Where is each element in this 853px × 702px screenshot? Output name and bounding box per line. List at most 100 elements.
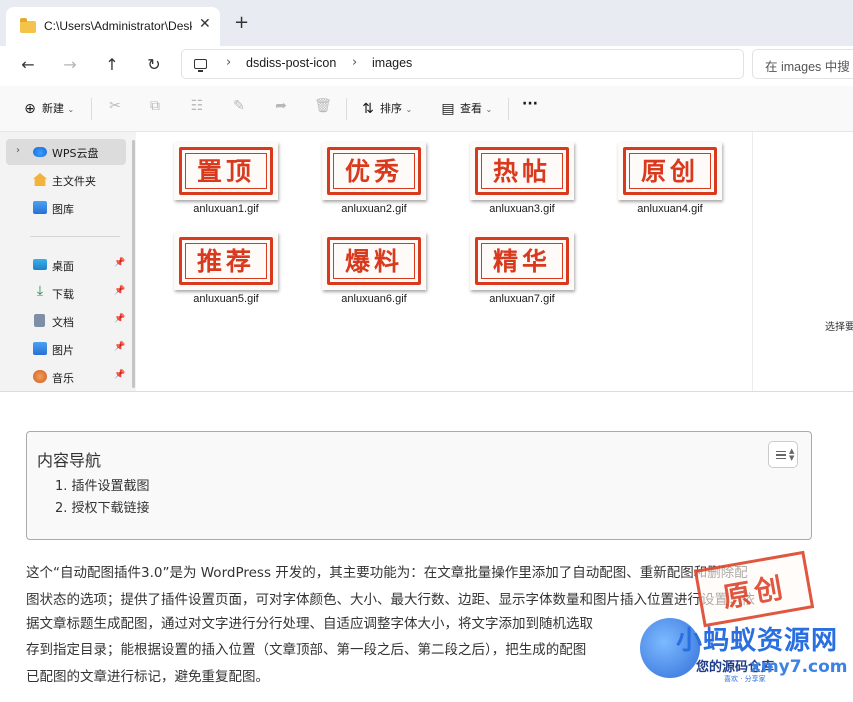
sidebar-item-wps-cloud[interactable]: › WPS云盘 [6, 139, 126, 165]
rename-icon[interactable]: ✎ [230, 98, 248, 116]
file-item[interactable]: 精华 anluxuan7.gif [462, 222, 582, 308]
refresh-icon[interactable]: ↻ [143, 54, 165, 76]
sidebar-item-documents[interactable]: 文档 📌 [6, 308, 126, 334]
toc-link-screenshots[interactable]: 1. 插件设置截图 [55, 475, 150, 494]
details-pane: 选择要 [752, 132, 853, 391]
breadcrumb-images[interactable]: images [372, 56, 412, 70]
toolbar-divider [508, 98, 509, 120]
file-item[interactable]: 置顶 anluxuan1.gif [166, 132, 286, 218]
file-name: anluxuan4.gif [637, 203, 703, 215]
sidebar-divider [30, 236, 120, 237]
chevron-down-icon: ⌄ [67, 105, 75, 114]
file-name: anluxuan2.gif [341, 203, 407, 215]
chevron-down-icon: ⌄ [485, 105, 493, 114]
cut-icon[interactable]: ✂ [106, 98, 124, 116]
navigation-pane-scrollbar[interactable] [132, 140, 135, 388]
toc-toggle-button[interactable]: ▲ ▼ [768, 441, 798, 468]
this-pc-icon [194, 59, 207, 72]
up-arrow-icon[interactable]: ↑ [101, 54, 123, 76]
file-name: anluxuan3.gif [489, 203, 555, 215]
view-button[interactable]: ▤ 查看 ⌄ [440, 100, 492, 117]
navigation-pane: › WPS云盘 主文件夹 图库 桌面 📌 ⤓ 下载 📌 文档 📌 图片 📌 音乐… [0, 132, 136, 391]
sidebar-item-desktop[interactable]: 桌面 📌 [6, 252, 126, 278]
file-thumbnail: 原创 [618, 142, 722, 200]
sidebar-item-home[interactable]: 主文件夹 [6, 167, 126, 193]
file-thumbnail: 推荐 [174, 232, 278, 290]
file-explorer-window: C:\Users\Administrator\Desktop ✕ + ← → ↑… [0, 0, 853, 392]
documents-icon [34, 314, 45, 327]
forward-arrow-icon[interactable]: → [59, 54, 81, 76]
stamp-image: 推荐 [179, 237, 273, 285]
table-of-contents: 内容导航 ▲ ▼ 1. 插件设置截图 2. 授权下载链接 [26, 431, 812, 540]
address-bar[interactable]: › dsdiss-post-icon › images [181, 49, 744, 79]
pin-icon[interactable]: 📌 [114, 258, 125, 268]
watermark-site-name: 小蚂蚁资源网 [676, 626, 839, 656]
new-button[interactable]: ⊕ 新建 ⌄ [22, 100, 74, 117]
tab-title: C:\Users\Administrator\Desktop [44, 19, 192, 33]
pin-icon[interactable]: 📌 [114, 286, 125, 296]
gallery-icon [33, 201, 47, 214]
stamp-image: 爆料 [327, 237, 421, 285]
file-item[interactable]: 爆料 anluxuan6.gif [314, 222, 434, 308]
cloud-icon [33, 147, 47, 157]
file-item[interactable]: 热帖 anluxuan3.gif [462, 132, 582, 218]
file-item[interactable]: 推荐 anluxuan5.gif [166, 222, 286, 308]
sidebar-item-pictures[interactable]: 图片 📌 [6, 336, 126, 362]
file-thumbnail: 精华 [470, 232, 574, 290]
share-icon[interactable]: ➦ [272, 98, 290, 116]
sidebar-item-downloads[interactable]: ⤓ 下载 📌 [6, 280, 126, 306]
file-thumbnail: 爆料 [322, 232, 426, 290]
view-icon: ▤ [441, 101, 455, 117]
pin-icon[interactable]: 📌 [114, 370, 125, 380]
back-arrow-icon[interactable]: ← [17, 54, 39, 76]
new-tab-button[interactable]: + [234, 14, 249, 32]
toc-link-download[interactable]: 2. 授权下载链接 [55, 497, 150, 516]
command-bar: ⊕ 新建 ⌄ ✂ ⧉ ☷ ✎ ➦ 🗑 ⇅ 排序 ⌄ ▤ 查看 ⌄ ··· [0, 86, 853, 132]
toc-title: 内容导航 [37, 451, 102, 470]
sort-button[interactable]: ⇅ 排序 ⌄ [360, 100, 412, 117]
search-box[interactable]: 在 images 中搜 [752, 49, 853, 79]
home-icon [33, 173, 47, 186]
watermark-stamp: 原创 [693, 550, 815, 628]
stamp-image: 精华 [475, 237, 569, 285]
file-list: 置顶 anluxuan1.gif 优秀 anluxuan2.gif 热帖 anl… [136, 132, 752, 391]
sort-icon: ⇅ [362, 101, 374, 117]
sidebar-item-gallery[interactable]: 图库 [6, 195, 126, 221]
stamp-image: 原创 [623, 147, 717, 195]
list-icon [776, 451, 786, 459]
file-thumbnail: 置顶 [174, 142, 278, 200]
sort-caret-icon: ▲ ▼ [789, 447, 795, 462]
details-pane-hint: 选择要 [825, 322, 853, 333]
breadcrumb-dsdiss-post-icon[interactable]: dsdiss-post-icon [246, 56, 336, 70]
sidebar-item-music[interactable]: 音乐 📌 [6, 364, 126, 390]
toolbar-divider [91, 98, 92, 120]
more-options-icon[interactable]: ··· [522, 96, 538, 112]
tab-bar: C:\Users\Administrator\Desktop ✕ + [0, 0, 853, 46]
file-name: anluxuan7.gif [489, 293, 555, 305]
file-item[interactable]: 优秀 anluxuan2.gif [314, 132, 434, 218]
file-item[interactable]: 原创 anluxuan4.gif [610, 132, 730, 218]
folder-icon [20, 18, 36, 33]
chevron-down-icon: ⌄ [405, 105, 413, 114]
watermark: 原创 小蚂蚁资源网 您的源码仓库 xmy7.com 喜欢 · 分享家 [640, 550, 853, 702]
chevron-right-icon[interactable]: › [16, 145, 20, 156]
plus-circle-icon: ⊕ [24, 101, 36, 117]
desktop-icon [33, 259, 47, 270]
stamp-image: 置顶 [179, 147, 273, 195]
stamp-image: 热帖 [475, 147, 569, 195]
breadcrumb-chevron-icon[interactable]: › [226, 55, 231, 70]
copy-icon[interactable]: ⧉ [146, 98, 164, 116]
close-tab-icon[interactable]: ✕ [199, 16, 211, 32]
music-icon [33, 370, 47, 383]
file-name: anluxuan1.gif [193, 203, 259, 215]
navigation-bar: ← → ↑ ↻ › dsdiss-post-icon › images 在 im… [0, 46, 853, 86]
explorer-tab[interactable]: C:\Users\Administrator\Desktop ✕ [6, 7, 220, 46]
paste-icon[interactable]: ☷ [188, 98, 206, 116]
breadcrumb-chevron-icon[interactable]: › [352, 55, 357, 70]
file-thumbnail: 热帖 [470, 142, 574, 200]
delete-icon[interactable]: 🗑 [314, 98, 332, 116]
pin-icon[interactable]: 📌 [114, 314, 125, 324]
pin-icon[interactable]: 📌 [114, 342, 125, 352]
search-placeholder: 在 images 中搜 [765, 60, 850, 74]
download-icon: ⤓ [36, 283, 44, 299]
